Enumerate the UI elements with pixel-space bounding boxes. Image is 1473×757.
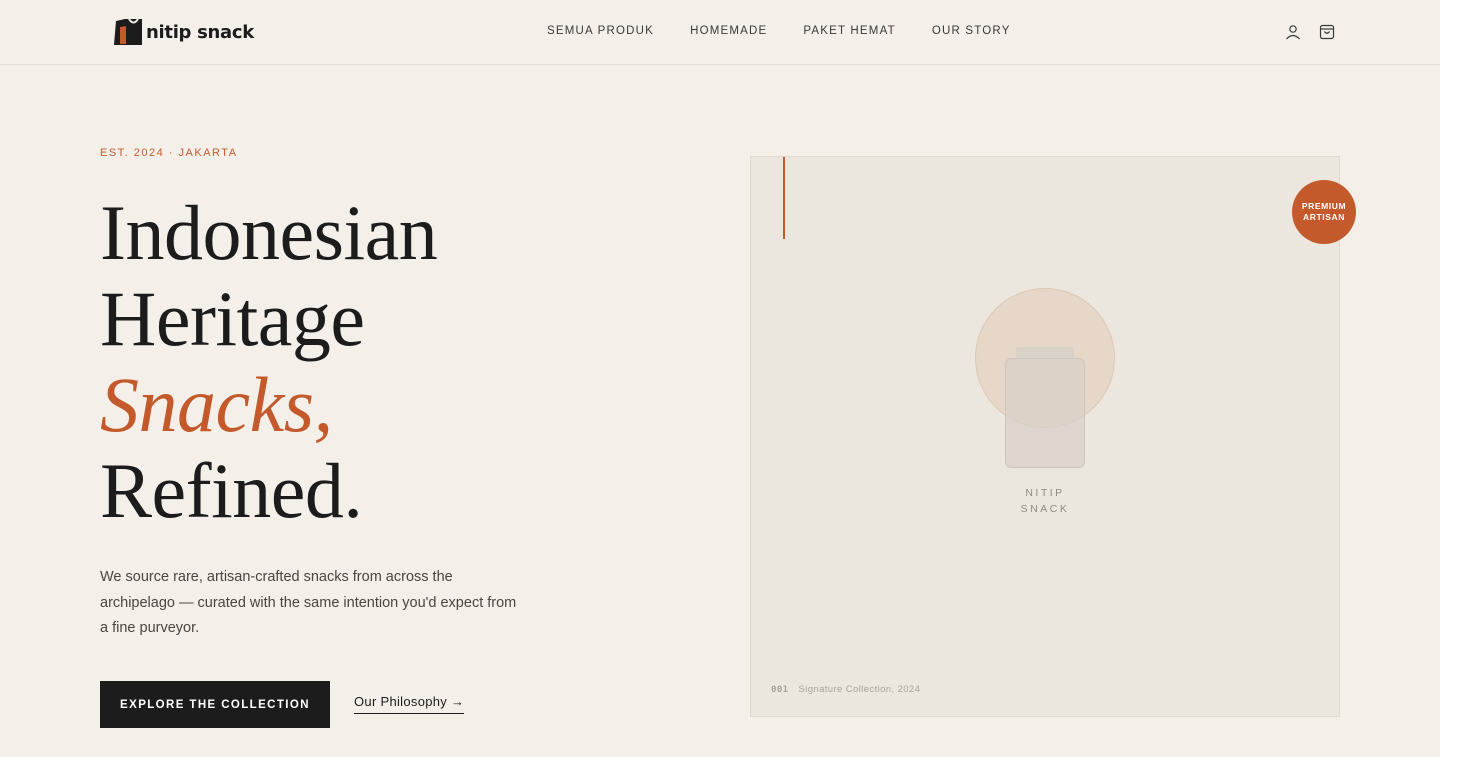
brand-logo[interactable]: nitip snack [112, 16, 254, 46]
hero-headline: Indonesian Heritage Snacks, Refined. [100, 189, 438, 534]
badge-line-1: PREMIUM [1301, 201, 1347, 211]
headline-line-1: Indonesian [100, 189, 438, 276]
caption-text: Signature Collection, 2024 [798, 684, 921, 695]
caption-number: 001 [771, 685, 789, 695]
jar-label-line-2: SNACK [1020, 503, 1070, 515]
shopping-bag-icon [1319, 24, 1335, 40]
site-header: nitip snack SEMUA PRODUK HOMEMADE PAKET … [0, 0, 1440, 65]
nav-item-homemade[interactable]: HOMEMADE [690, 25, 767, 37]
paper-bag-icon [114, 18, 142, 45]
jar-label-line-1: NITIP [1025, 487, 1065, 499]
nav-item-our-story[interactable]: OUR STORY [932, 25, 1011, 37]
brand-name: nitip snack [146, 21, 254, 43]
hero-eyebrow: EST. 2024 · JAKARTA [100, 147, 238, 159]
nav-item-paket-hemat[interactable]: PAKET HEMAT [803, 25, 895, 37]
product-jar-illustration [1005, 358, 1085, 468]
account-button[interactable] [1283, 22, 1303, 42]
accent-rule [783, 157, 785, 239]
hero-description: We source rare, artisan-crafted snacks f… [100, 569, 517, 636]
our-philosophy-link[interactable]: Our Philosophy → [354, 694, 465, 714]
nav-item-semua-produk[interactable]: SEMUA PRODUK [547, 25, 654, 37]
headline-line-2: Heritage [100, 275, 365, 362]
card-caption: 001 Signature Collection, 2024 [771, 684, 920, 695]
explore-collection-button[interactable]: EXPLORE THE COLLECTION [100, 681, 330, 728]
premium-artisan-badge: PREMIUM ARTISAN [1292, 180, 1356, 244]
cart-button[interactable] [1317, 22, 1337, 42]
user-icon [1286, 25, 1300, 40]
jar-label: NITIP SNACK [995, 485, 1095, 517]
feature-card: NITIP SNACK 001 Signature Collection, 202… [750, 156, 1340, 717]
badge-line-2: ARTISAN [1303, 212, 1345, 222]
page: nitip snack SEMUA PRODUK HOMEMADE PAKET … [0, 0, 1440, 757]
headline-line-4: Refined. [100, 447, 363, 534]
headline-line-3-accent: Snacks, [100, 361, 333, 448]
main-nav: SEMUA PRODUK HOMEMADE PAKET HEMAT OUR ST… [547, 25, 1047, 37]
